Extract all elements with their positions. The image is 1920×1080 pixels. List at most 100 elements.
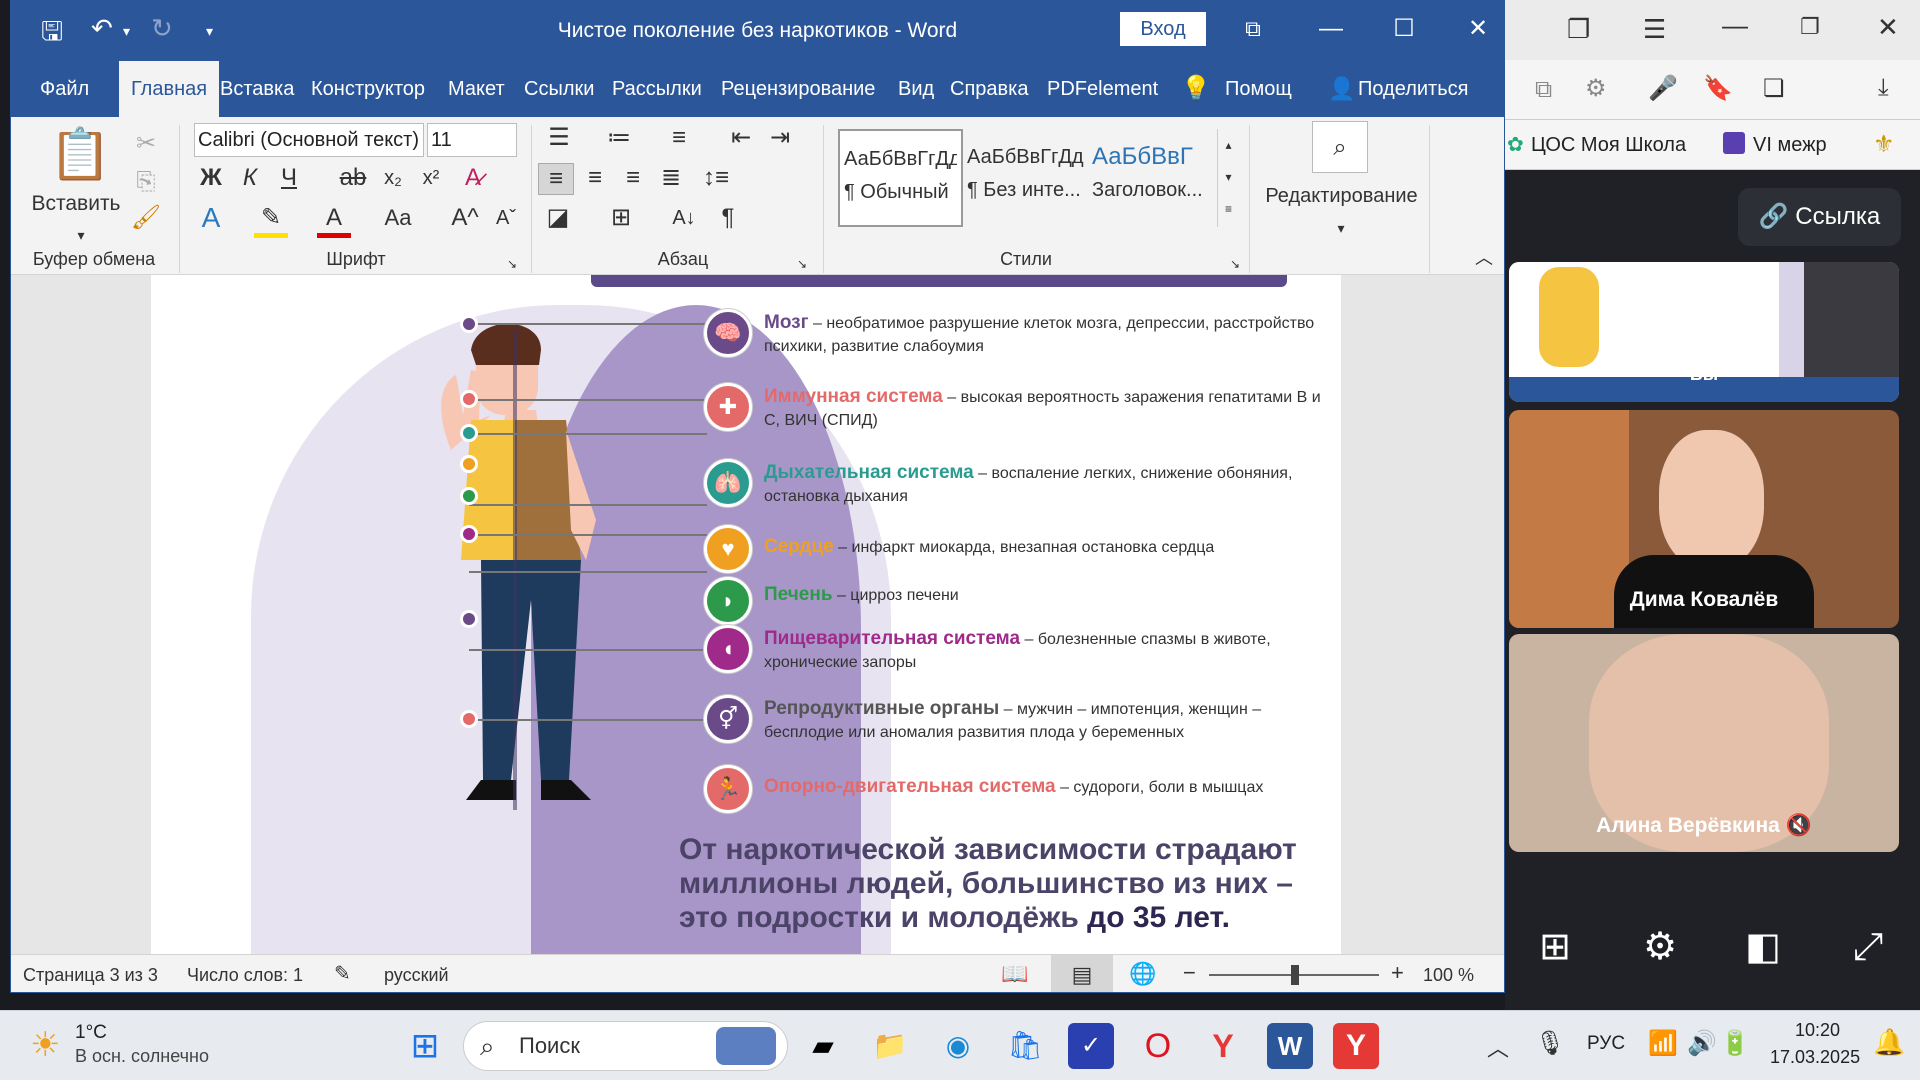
collapse-ribbon-icon[interactable]: ︿ xyxy=(1471,243,1497,273)
microphone-icon[interactable]: 🎤 xyxy=(1648,74,1678,103)
bookmark-link[interactable]: VI межр xyxy=(1753,134,1827,157)
tab-tell-me[interactable]: Помощ xyxy=(1225,61,1292,117)
file-explorer-icon[interactable]: 📁 xyxy=(867,1023,913,1069)
line-spacing-icon[interactable]: ↕≡ xyxy=(696,163,736,193)
style-heading[interactable]: АаБбВвГ Заголовок... xyxy=(1088,129,1213,227)
paste-dropdown-icon[interactable]: ▾ xyxy=(66,220,96,250)
copy-icon[interactable]: ⎘ xyxy=(129,167,163,197)
align-center-icon[interactable]: ≡ xyxy=(578,163,612,193)
increase-indent-icon[interactable]: ⇥ xyxy=(763,123,797,153)
tab-file[interactable]: Файл xyxy=(40,61,89,117)
menu-icon[interactable]: ☰ xyxy=(1643,14,1666,45)
web-layout-icon[interactable]: 🌐 xyxy=(1129,961,1156,987)
clock-time[interactable]: 10:20 xyxy=(1795,1020,1840,1041)
style-normal[interactable]: АаБбВвГгДд ¶ Обычный xyxy=(838,129,963,227)
bookmark-link[interactable]: ЦОС Моя Школа xyxy=(1531,134,1686,157)
wifi-icon[interactable]: 📶 xyxy=(1648,1029,1678,1058)
grid-view-icon[interactable]: ⊞ xyxy=(1525,917,1585,977)
bullets-icon[interactable]: ☰ xyxy=(539,123,579,153)
paste-icon[interactable]: 📋 xyxy=(49,127,111,182)
store-icon[interactable]: 🛍 xyxy=(1002,1023,1048,1069)
shrink-font-icon[interactable]: Aˇ xyxy=(489,203,523,233)
multilevel-list-icon[interactable]: ≡ xyxy=(659,123,699,153)
weather-icon[interactable]: ☀ xyxy=(30,1025,60,1065)
cut-icon[interactable]: ✂ xyxy=(129,129,163,159)
font-name-select[interactable]: Calibri (Основной текст) xyxy=(194,123,424,157)
print-layout-icon[interactable]: ▤ xyxy=(1051,955,1113,992)
sort-icon[interactable]: A↓ xyxy=(667,203,701,233)
close-button[interactable]: ✕ xyxy=(1448,9,1504,49)
clear-formatting-icon[interactable]: A̷ xyxy=(456,163,490,193)
superscript-icon[interactable]: x² xyxy=(414,163,448,193)
show-marks-icon[interactable]: ¶ xyxy=(711,203,745,233)
document-page[interactable]: 🧠 Мозг – необратимое разрушение клеток м… xyxy=(151,275,1341,954)
tabs-icon[interactable]: ⧉ xyxy=(1535,76,1552,104)
minimize-button[interactable]: — xyxy=(1301,9,1361,49)
layout-icon[interactable]: ◧ xyxy=(1733,917,1793,977)
tab-view[interactable]: Вид xyxy=(898,61,934,117)
tab-pdfelement[interactable]: PDFelement xyxy=(1047,61,1158,117)
zoom-in-icon[interactable]: + xyxy=(1391,960,1404,986)
highlight-icon[interactable]: ✎ xyxy=(254,203,288,238)
language-label[interactable]: русский xyxy=(384,965,449,986)
align-right-icon[interactable]: ≡ xyxy=(616,163,650,193)
whiteboard-icon[interactable]: ✓ xyxy=(1068,1023,1114,1069)
clock-date[interactable]: 17.03.2025 xyxy=(1770,1047,1860,1068)
sign-in-button[interactable]: Вход xyxy=(1120,12,1206,46)
notifications-icon[interactable]: 🔔 xyxy=(1873,1027,1905,1058)
tab-layout[interactable]: Макет xyxy=(448,61,505,117)
search-icon[interactable]: ⌕ xyxy=(1312,121,1368,173)
justify-icon[interactable]: ≣ xyxy=(654,163,688,193)
emblem-icon[interactable]: ⚜ xyxy=(1873,130,1895,159)
start-button[interactable]: ⊞ xyxy=(402,1023,448,1069)
change-case-icon[interactable]: Aa xyxy=(378,203,418,233)
volume-icon[interactable]: 🔊 xyxy=(1687,1029,1717,1058)
underline-icon[interactable]: Ч xyxy=(272,163,306,193)
collections-icon[interactable]: ❐ xyxy=(1567,14,1590,45)
shading-icon[interactable]: ◪ xyxy=(541,203,575,233)
weather-temperature[interactable]: 1°C xyxy=(75,1022,107,1044)
borders-icon[interactable]: ⊞ xyxy=(604,203,638,233)
tray-expand-icon[interactable]: ︿ xyxy=(1487,1031,1509,1063)
collections-icon[interactable]: ❏ xyxy=(1763,74,1785,103)
page-count[interactable]: Страница 3 из 3 xyxy=(23,965,158,986)
font-size-select[interactable]: 11 xyxy=(427,123,517,157)
minimize-icon[interactable]: — xyxy=(1722,10,1748,41)
word-taskbar-icon[interactable]: W xyxy=(1267,1023,1313,1069)
text-effects-icon[interactable]: A xyxy=(194,203,228,233)
settings-icon[interactable]: ⚙ xyxy=(1630,917,1690,977)
opera-icon[interactable]: O xyxy=(1135,1023,1181,1069)
tab-references[interactable]: Ссылки xyxy=(524,61,594,117)
close-icon[interactable]: ✕ xyxy=(1877,12,1899,43)
tab-home[interactable]: Главная xyxy=(119,61,219,117)
word-count[interactable]: Число слов: 1 xyxy=(187,965,303,986)
fullscreen-icon[interactable]: ⤢ xyxy=(1838,917,1898,977)
yandex-icon[interactable]: Y xyxy=(1333,1023,1379,1069)
styles-scroll-icon[interactable]: ▴ ▾ ≡ xyxy=(1217,129,1239,227)
self-video-tile[interactable]: Вы xyxy=(1509,262,1899,402)
task-view-icon[interactable]: ▰ xyxy=(800,1023,846,1069)
yandex-browser-icon[interactable]: Y xyxy=(1200,1023,1246,1069)
tab-insert[interactable]: Вставка xyxy=(220,61,294,117)
tab-review[interactable]: Рецензирование xyxy=(721,61,875,117)
share-button[interactable]: Поделиться xyxy=(1358,61,1468,117)
zoom-level[interactable]: 100 % xyxy=(1423,965,1474,986)
ribbon-display-icon[interactable]: ⧉ xyxy=(1223,9,1283,49)
edge-icon[interactable]: ◉ xyxy=(935,1023,981,1069)
tab-mailings[interactable]: Рассылки xyxy=(612,61,702,117)
tab-design[interactable]: Конструктор xyxy=(311,61,425,117)
read-mode-icon[interactable]: 📖 xyxy=(1001,961,1028,987)
decrease-indent-icon[interactable]: ⇤ xyxy=(724,123,758,153)
strikethrough-icon[interactable]: ab xyxy=(333,163,373,193)
paste-button[interactable]: Вставить xyxy=(11,189,141,219)
grow-font-icon[interactable]: A^ xyxy=(448,203,482,233)
link-button[interactable]: 🔗 Ссылка xyxy=(1738,188,1901,246)
subscript-icon[interactable]: x₂ xyxy=(376,163,410,193)
battery-icon[interactable]: 🔋 xyxy=(1720,1029,1750,1058)
italic-icon[interactable]: К xyxy=(233,163,267,193)
zoom-slider-thumb[interactable] xyxy=(1291,965,1299,985)
style-no-spacing[interactable]: АаБбВвГгДд ¶ Без инте... xyxy=(963,129,1088,227)
search-box[interactable]: ⌕ Поиск xyxy=(463,1021,788,1071)
bold-icon[interactable]: Ж xyxy=(194,163,228,193)
maximize-button[interactable]: ☐ xyxy=(1374,9,1434,49)
